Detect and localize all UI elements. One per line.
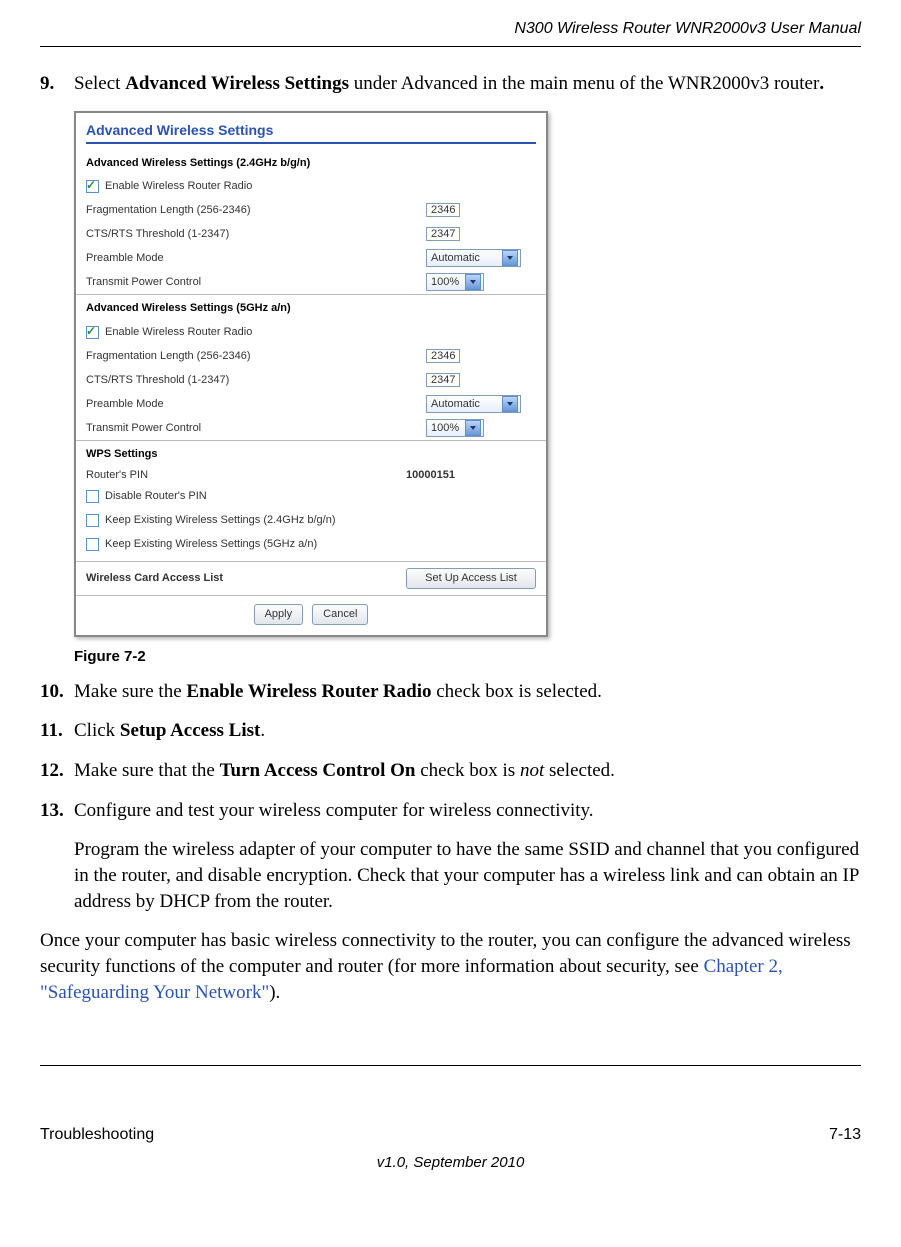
cts-5-input[interactable]: 2347 [426, 373, 460, 387]
doc-title-header: N300 Wireless Router WNR2000v3 User Manu… [40, 20, 861, 38]
cts-5-label: CTS/RTS Threshold (1-2347) [86, 373, 426, 388]
txpower-24-select[interactable]: 100% [426, 273, 484, 291]
checkbox-enable-radio-24[interactable] [86, 180, 99, 193]
section-24ghz-head: Advanced Wireless Settings (2.4GHz b/g/n… [76, 150, 546, 175]
checkbox-keep-24[interactable] [86, 514, 99, 527]
chevron-down-icon [502, 250, 518, 266]
footer-page: 7-13 [829, 1126, 861, 1144]
txpower-5-select[interactable]: 100% [426, 419, 484, 437]
txpower-24-value: 100% [431, 275, 461, 290]
txpower-5-label: Transmit Power Control [86, 421, 426, 436]
text: ). [269, 982, 280, 1003]
screenshot-panel: Advanced Wireless Settings Advanced Wire… [74, 111, 548, 637]
txpower-24-label: Transmit Power Control [86, 275, 426, 290]
section-wps-head: WPS Settings [76, 440, 546, 466]
step-11-text: Click Setup Access List. [74, 718, 861, 744]
disable-pin-label: Disable Router's PIN [105, 489, 536, 504]
step-13-number: 13. [40, 798, 74, 824]
text: check box is selected. [431, 681, 601, 702]
setup-access-list-button[interactable]: Set Up Access List [406, 568, 536, 589]
preamble-24-select[interactable]: Automatic [426, 249, 521, 267]
frag-5-input[interactable]: 2346 [426, 349, 460, 363]
step-12-text: Make sure that the Turn Access Control O… [74, 758, 861, 784]
step-11-number: 11. [40, 718, 74, 744]
text-bold: Turn Access Control On [220, 760, 416, 781]
footer-section: Troubleshooting [40, 1126, 154, 1144]
text-bold: . [819, 73, 824, 94]
chevron-down-icon [465, 420, 481, 436]
text: selected. [544, 760, 615, 781]
text-bold: Setup Access List [120, 720, 260, 741]
footer-version: v1.0, September 2010 [40, 1154, 861, 1171]
checkbox-keep-5[interactable] [86, 538, 99, 551]
text-bold: Advanced Wireless Settings [125, 73, 349, 94]
step-12-number: 12. [40, 758, 74, 784]
step-13-text: Configure and test your wireless compute… [74, 798, 861, 824]
figure-caption: Figure 7-2 [74, 647, 861, 667]
preamble-5-label: Preamble Mode [86, 397, 426, 412]
text: Make sure that the [74, 760, 220, 781]
checkbox-enable-radio-5[interactable] [86, 326, 99, 339]
access-list-label: Wireless Card Access List [86, 571, 406, 586]
text: Click [74, 720, 120, 741]
text: Make sure the [74, 681, 186, 702]
txpower-5-value: 100% [431, 421, 461, 436]
panel-title-rule [86, 142, 536, 144]
frag-24-label: Fragmentation Length (256-2346) [86, 203, 426, 218]
step-9-text: Select Advanced Wireless Settings under … [74, 71, 861, 97]
apply-button[interactable]: Apply [254, 604, 304, 625]
header-rule [40, 46, 861, 47]
footer-rule [40, 1065, 861, 1066]
step-10-text: Make sure the Enable Wireless Router Rad… [74, 679, 861, 705]
text-italic: not [520, 760, 544, 781]
panel-title: Advanced Wireless Settings [76, 113, 546, 142]
figure-7-2: Advanced Wireless Settings Advanced Wire… [74, 111, 861, 667]
preamble-5-select[interactable]: Automatic [426, 395, 521, 413]
frag-5-label: Fragmentation Length (256-2346) [86, 349, 426, 364]
text: . [260, 720, 265, 741]
preamble-24-value: Automatic [431, 251, 498, 266]
cts-24-label: CTS/RTS Threshold (1-2347) [86, 227, 426, 242]
text-bold: Enable Wireless Router Radio [186, 681, 431, 702]
chevron-down-icon [465, 274, 481, 290]
keep-5-label: Keep Existing Wireless Settings (5GHz a/… [105, 537, 536, 552]
router-pin-value: 10000151 [406, 468, 536, 483]
closing-paragraph: Once your computer has basic wireless co… [40, 928, 861, 1005]
enable-radio-24-label: Enable Wireless Router Radio [105, 179, 536, 194]
step-13-subtext: Program the wireless adapter of your com… [74, 837, 861, 914]
text: under Advanced in the main menu of the W… [349, 73, 819, 94]
text: check box is [415, 760, 519, 781]
cts-24-input[interactable]: 2347 [426, 227, 460, 241]
preamble-24-label: Preamble Mode [86, 251, 426, 266]
text: Select [74, 73, 125, 94]
preamble-5-value: Automatic [431, 397, 498, 412]
step-10-number: 10. [40, 679, 74, 705]
cancel-button[interactable]: Cancel [312, 604, 368, 625]
enable-radio-5-label: Enable Wireless Router Radio [105, 325, 536, 340]
frag-24-input[interactable]: 2346 [426, 203, 460, 217]
section-5ghz-head: Advanced Wireless Settings (5GHz a/n) [76, 294, 546, 320]
keep-24-label: Keep Existing Wireless Settings (2.4GHz … [105, 513, 536, 528]
checkbox-disable-pin[interactable] [86, 490, 99, 503]
router-pin-label: Router's PIN [86, 468, 406, 483]
step-9-number: 9. [40, 71, 74, 97]
chevron-down-icon [502, 396, 518, 412]
